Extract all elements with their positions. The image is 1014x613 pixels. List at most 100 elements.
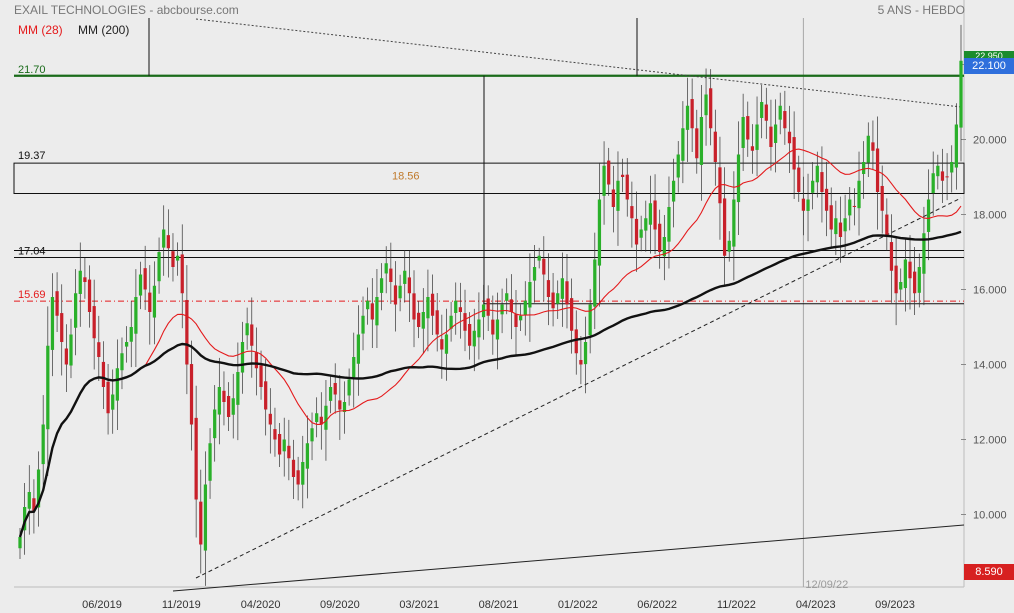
x-tick-label: 09/2023 <box>875 599 915 611</box>
candle-body <box>579 359 583 365</box>
candle-body <box>55 291 59 316</box>
candle-body <box>347 379 351 396</box>
level-label-17-04: 17.04 <box>18 246 46 258</box>
candle-body <box>407 277 412 294</box>
level-label-18-56: 18.56 <box>392 170 420 182</box>
candle-body <box>412 293 416 320</box>
candle-body <box>264 381 268 410</box>
candle-body <box>199 501 203 545</box>
candle-body <box>681 128 685 161</box>
candle-body <box>639 229 643 238</box>
candle-body <box>64 348 68 365</box>
candle-body <box>393 285 398 305</box>
candle-body <box>115 368 119 401</box>
candle-body <box>760 102 764 118</box>
candle-body <box>463 313 467 331</box>
candle-body <box>83 277 87 282</box>
candle-body <box>138 274 143 296</box>
candle-body <box>811 180 815 193</box>
candle-body <box>18 537 22 549</box>
candle-body <box>277 434 282 455</box>
candle-body <box>509 299 513 312</box>
candle-body <box>166 235 170 249</box>
candle-body <box>514 314 518 327</box>
candle-body <box>894 265 898 294</box>
candle-body <box>398 285 402 299</box>
chart-period: 5 ANS - HEBDO <box>877 3 965 17</box>
candle-body <box>74 293 78 328</box>
candle-body <box>532 267 537 281</box>
price-chart: 10.00012.00014.00016.00018.00020.00022.0… <box>13 0 1007 611</box>
candle-body <box>583 342 588 365</box>
y-tick-label: 18.000 <box>973 210 1007 222</box>
candle-body <box>875 148 880 192</box>
candle-body <box>338 400 342 410</box>
candle-body <box>607 160 611 185</box>
candle-body <box>820 172 824 192</box>
candle-body <box>806 199 810 211</box>
candle-body <box>750 146 755 151</box>
candle-body <box>430 293 435 316</box>
candle-body <box>746 116 750 140</box>
candle-body <box>403 270 407 284</box>
candle-body <box>226 395 231 417</box>
candle-body <box>597 199 602 266</box>
candle-body <box>310 428 314 442</box>
candle-body <box>658 223 662 252</box>
candle-body <box>124 342 129 347</box>
candle-body <box>175 255 180 261</box>
candle-body <box>389 268 393 282</box>
candle-body <box>495 319 500 340</box>
candle-body <box>324 405 328 430</box>
candle-body <box>556 293 560 304</box>
candle-body <box>213 409 217 439</box>
y-tick-label: 16.000 <box>973 285 1007 297</box>
candle-body <box>620 174 625 177</box>
candle-body <box>630 206 634 219</box>
candle-body <box>913 271 917 294</box>
candle-body <box>189 364 194 425</box>
candle-body <box>296 470 300 485</box>
x-tick-label: 06/2019 <box>82 599 122 611</box>
candle-body <box>60 313 64 342</box>
candle-body <box>134 297 138 334</box>
candle-body <box>671 180 676 202</box>
candle-body <box>78 270 82 294</box>
candle-body <box>634 218 639 245</box>
x-tick-label: 11/2022 <box>717 599 756 611</box>
candle-body <box>287 445 291 459</box>
candle-body <box>560 278 564 299</box>
candle-body <box>713 131 717 162</box>
candle-body <box>755 124 759 150</box>
candle-body <box>157 252 161 282</box>
candle-body <box>704 94 708 116</box>
candle-body <box>328 387 333 401</box>
candle-body <box>356 334 361 364</box>
candle-body <box>519 315 523 321</box>
candle-body <box>722 198 727 256</box>
candle-body <box>848 199 852 216</box>
candle-body <box>120 353 124 371</box>
candle-body <box>648 203 653 225</box>
date-marker-label: 12/09/22 <box>805 579 848 591</box>
candle-body <box>542 258 546 275</box>
ma28-line <box>19 148 962 538</box>
candle-body <box>505 293 509 301</box>
candle-body <box>824 188 829 211</box>
candle-body <box>366 300 370 310</box>
candle-body <box>268 413 272 425</box>
x-tick-label: 01/2022 <box>558 599 598 611</box>
candle-body <box>282 439 286 452</box>
candle-body <box>240 342 245 373</box>
candle-body <box>458 307 462 312</box>
candle-body <box>676 154 680 178</box>
legend-ma200: MM (200) <box>78 23 130 37</box>
y-tick-label: 14.000 <box>973 360 1007 372</box>
candle-body <box>644 218 648 231</box>
level-label-15-69: 15.69 <box>18 289 46 301</box>
candle-body <box>361 315 365 334</box>
candle-body <box>194 417 198 500</box>
candle-body <box>537 255 541 261</box>
candle-body <box>46 345 50 430</box>
x-tick-label: 06/2022 <box>637 599 677 611</box>
